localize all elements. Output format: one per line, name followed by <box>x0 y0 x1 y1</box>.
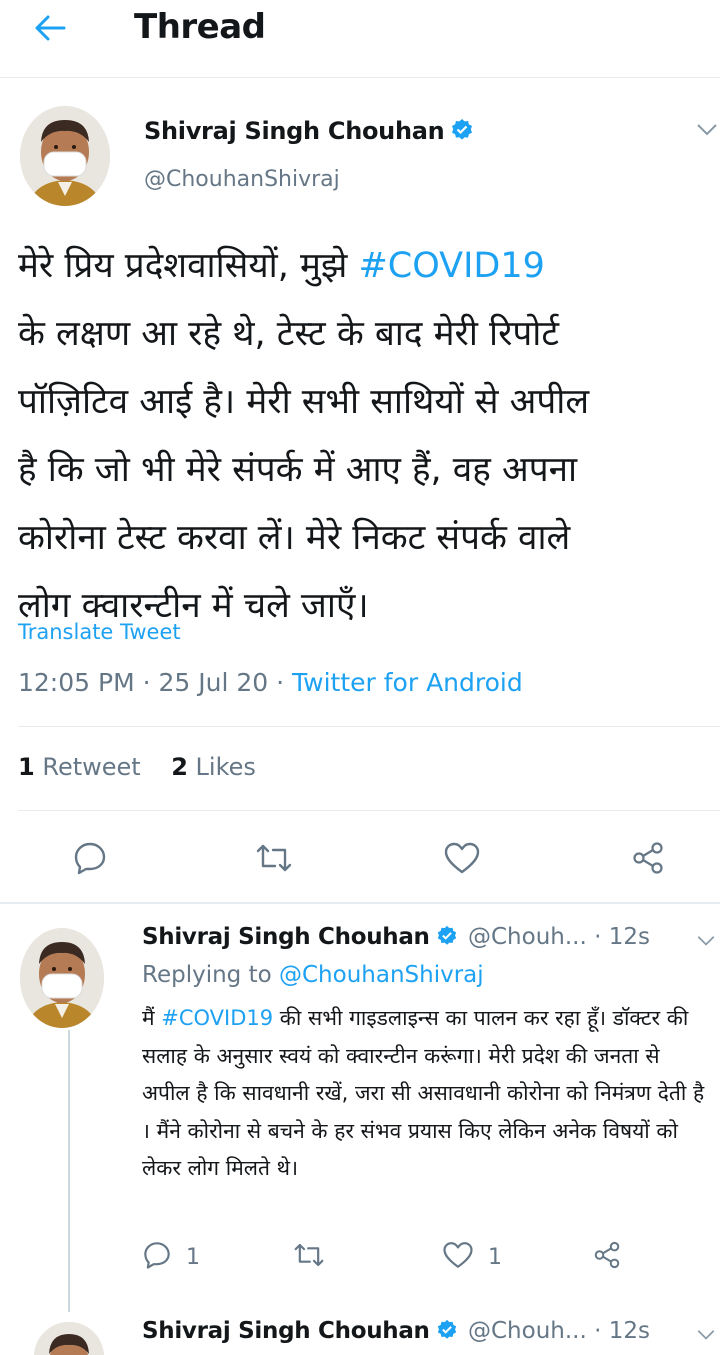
like-heart-icon[interactable] <box>442 838 482 878</box>
verified-badge-icon <box>436 1319 458 1347</box>
avatar[interactable] <box>20 928 104 1028</box>
share-icon[interactable] <box>628 838 668 878</box>
divider <box>0 902 720 904</box>
chevron-down-icon[interactable] <box>696 122 718 141</box>
reply-icon[interactable] <box>142 1240 172 1274</box>
tweet-stats: 1 Retweet 2 Likes <box>18 753 256 781</box>
translate-tweet-link[interactable]: Translate Tweet <box>18 620 181 644</box>
retweets-label: Retweet <box>42 753 141 781</box>
verified-badge-icon <box>436 925 458 953</box>
tweet-text: मेरे प्रिय प्रदेशवासियों, मुझे #COVID19 … <box>18 232 708 640</box>
retweets-count: 1 <box>18 753 35 781</box>
tweet-text-line: कोरोना टेस्ट करवा लें। मेरे निकट संपर्क … <box>18 518 571 558</box>
tweet-time: 12:05 PM <box>18 668 135 697</box>
divider <box>18 726 720 727</box>
reply-author[interactable]: Shivraj Singh Chouhan <box>142 924 458 953</box>
retweets-stat[interactable]: 1 Retweet <box>18 753 141 781</box>
author-name[interactable]: Shivraj Singh Chouhan <box>142 924 430 950</box>
likes-stat[interactable]: 2 Likes <box>171 753 256 781</box>
like-action[interactable]: 1 <box>442 1240 502 1274</box>
reply-text-body: की सभी गाइडलाइन्स का पालन कर रहा हूँ। डॉ… <box>142 1006 705 1180</box>
retweet-icon[interactable] <box>292 1240 326 1270</box>
tweet-author[interactable]: Shivraj Singh Chouhan <box>144 117 474 148</box>
tweet-text-line: के लक्षण आ रहे थे, टेस्ट के बाद मेरी रिप… <box>18 314 559 354</box>
tweet-date: 25 Jul 20 <box>158 668 269 697</box>
divider <box>18 810 720 811</box>
top-bar: Thread <box>0 0 720 78</box>
next-reply-handle-time[interactable]: @Chouh... · 12s <box>468 1318 650 1344</box>
tweet-text-line: पॉज़िटिव आई है। मेरी सभी साथियों से अपील <box>18 382 590 422</box>
retweet-icon[interactable] <box>254 838 294 878</box>
reply-icon[interactable] <box>70 838 110 878</box>
likes-count: 2 <box>171 753 188 781</box>
avatar[interactable] <box>20 106 110 206</box>
chevron-down-icon[interactable] <box>696 1326 716 1345</box>
meta-separator: · <box>268 668 293 697</box>
tweet-text-line: है कि जो भी मेरे संपर्क में आए हैं, वह अ… <box>18 450 578 490</box>
author-name[interactable]: Shivraj Singh Chouhan <box>142 1318 430 1344</box>
hashtag-link[interactable]: #COVID19 <box>358 246 544 286</box>
like-count: 1 <box>488 1244 502 1270</box>
author-handle[interactable]: @ChouhanShivraj <box>144 167 340 192</box>
replying-prefix: Replying to <box>142 962 279 988</box>
replying-to: Replying to @ChouhanShivraj <box>142 962 484 988</box>
tweet-meta: 12:05 PM · 25 Jul 20 · Twitter for Andro… <box>18 668 523 697</box>
hashtag-link[interactable]: #COVID19 <box>161 1006 273 1030</box>
like-heart-icon[interactable] <box>442 1240 474 1274</box>
reply-text-prefix: मैं <box>142 1006 162 1030</box>
replying-to-link[interactable]: @ChouhanShivraj <box>279 962 484 988</box>
reply-text: मैं #COVID19 की सभी गाइडलाइन्स का पालन क… <box>142 1000 712 1188</box>
share-icon[interactable] <box>592 1240 622 1270</box>
chevron-down-icon[interactable] <box>696 932 716 951</box>
meta-separator: · <box>134 668 159 697</box>
thread-connector-line <box>68 1030 70 1312</box>
author-name[interactable]: Shivraj Singh Chouhan <box>144 117 445 145</box>
reply-handle-time[interactable]: @Chouh... · 12s <box>468 924 650 950</box>
reply-action[interactable]: 1 <box>142 1240 200 1274</box>
tweet-source-link[interactable]: Twitter for Android <box>292 668 523 697</box>
avatar[interactable] <box>34 1322 104 1355</box>
tweet-text-line: मेरे प्रिय प्रदेशवासियों, मुझे <box>18 246 359 286</box>
likes-label: Likes <box>195 753 256 781</box>
verified-badge-icon <box>450 118 474 148</box>
page-title: Thread <box>134 7 266 47</box>
reply-count: 1 <box>186 1244 200 1270</box>
back-arrow-icon[interactable] <box>30 10 70 46</box>
next-reply-author[interactable]: Shivraj Singh Chouhan <box>142 1318 458 1347</box>
